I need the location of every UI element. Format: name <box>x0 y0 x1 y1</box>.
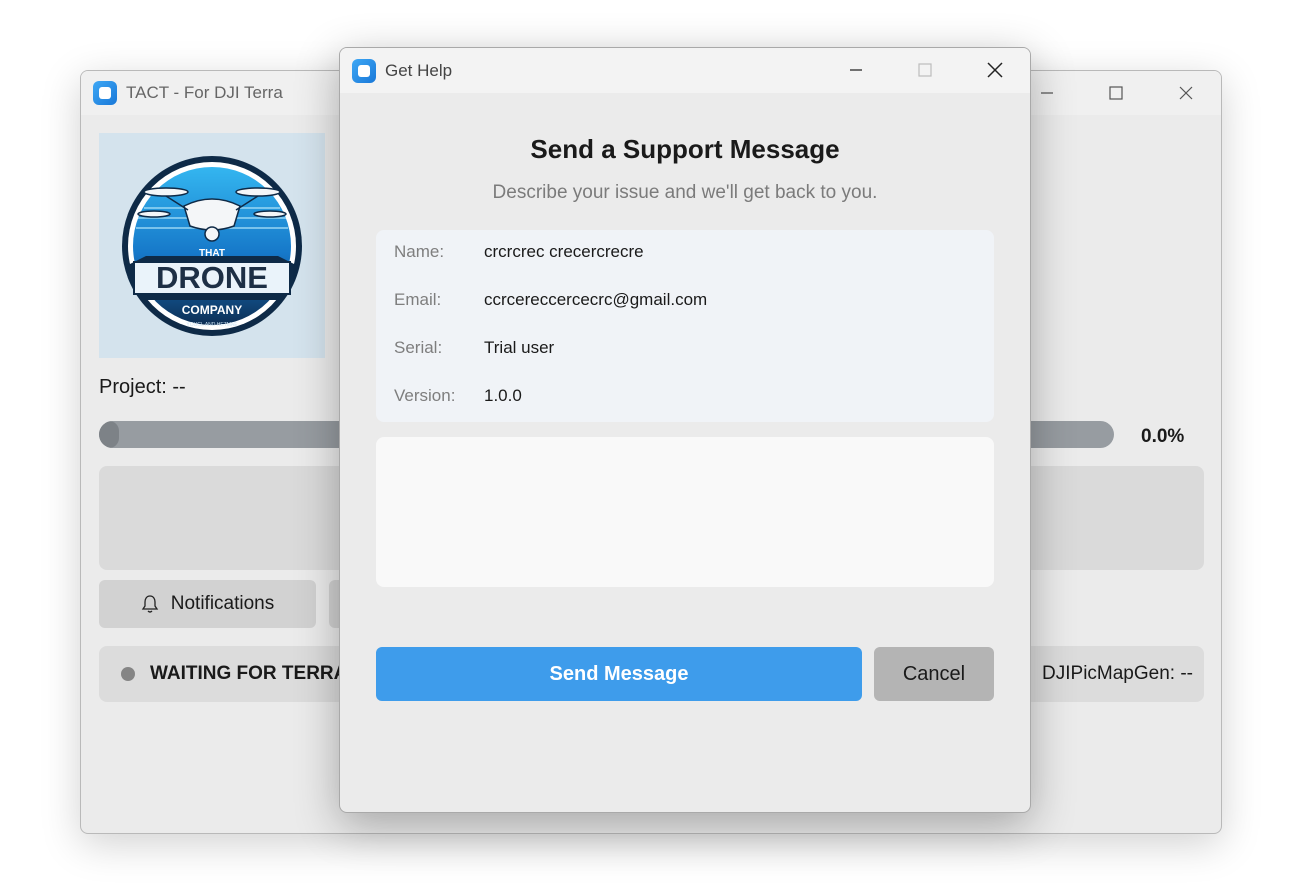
logo-sub-text: COMPANY <box>182 303 242 317</box>
logo-tagline: YOUGL AND HETMAE <box>186 322 238 328</box>
main-window-title: TACT - For DJI Terra <box>126 83 283 102</box>
drone-logo-icon: THAT DRONE COMPANY YOUGL AND HETMAE <box>122 155 302 336</box>
info-row-serial: Serial: Trial user <box>394 338 554 362</box>
info-row-version: Version: 1.0.0 <box>394 386 522 410</box>
close-button[interactable] <box>1163 71 1209 115</box>
progress-fill <box>99 421 119 448</box>
user-info-card: Name: crcrcrec crecercrecre Email: ccrce… <box>376 230 994 422</box>
dialog-title: Get Help <box>385 60 453 80</box>
send-message-button[interactable]: Send Message <box>376 647 862 701</box>
message-input[interactable] <box>376 437 994 587</box>
cancel-button[interactable]: Cancel <box>874 647 994 701</box>
minimize-icon <box>1041 92 1053 94</box>
maximize-button[interactable] <box>1093 71 1139 115</box>
project-label: Project: -- <box>99 376 186 398</box>
app-icon <box>352 58 376 83</box>
get-help-dialog: Get Help Send a Support Message Describe… <box>339 47 1031 813</box>
minimize-icon <box>850 69 862 71</box>
dialog-heading: Send a Support Message <box>530 134 840 164</box>
email-label: Email: <box>394 290 442 309</box>
logo-top-text: THAT <box>199 248 225 259</box>
progress-percent: 0.0% <box>1141 426 1185 447</box>
email-value: ccrcereccercecrc@gmail.com <box>484 290 708 309</box>
serial-value: Trial user <box>484 338 555 357</box>
bell-icon <box>141 595 158 613</box>
app-icon <box>93 81 117 105</box>
serial-label: Serial: <box>394 338 443 357</box>
maximize-icon <box>1109 86 1123 100</box>
status-dot <box>121 667 135 681</box>
name-value: crcrcrec crecercrecre <box>484 242 644 261</box>
djipicmapgen-status: DJIPicMapGen: -- <box>1042 663 1193 684</box>
info-row-email: Email: ccrcereccercecrc@gmail.com <box>394 290 707 314</box>
dialog-titlebar: Get Help <box>340 48 1030 93</box>
info-row-name: Name: crcrcrec crecercrecre <box>394 242 644 266</box>
notifications-button[interactable]: Notifications <box>99 580 316 628</box>
version-value: 1.0.0 <box>484 386 522 405</box>
logo-main-text: DRONE <box>156 260 268 295</box>
status-text: WAITING FOR TERRA <box>150 663 348 684</box>
close-icon <box>1179 86 1193 100</box>
version-label: Version: <box>394 386 456 405</box>
close-icon <box>987 62 1003 78</box>
dialog-maximize-button <box>902 48 948 92</box>
notifications-label: Notifications <box>170 593 275 614</box>
company-logo: THAT DRONE COMPANY YOUGL AND HETMAE <box>99 133 325 358</box>
dialog-minimize-button[interactable] <box>833 48 879 92</box>
dialog-close-button[interactable] <box>972 48 1018 92</box>
name-label: Name: <box>394 242 445 261</box>
maximize-icon <box>918 63 932 77</box>
dialog-subtitle: Describe your issue and we'll get back t… <box>492 182 878 203</box>
